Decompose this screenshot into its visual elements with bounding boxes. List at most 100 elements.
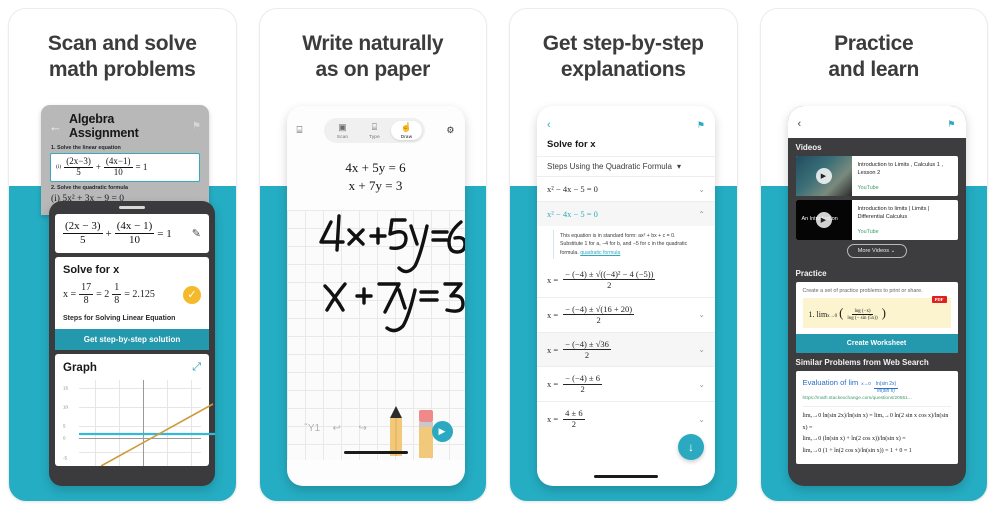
practice-problem[interactable]: PDF 1. limx→0 ( log (−x) log (− sin (5x)… bbox=[802, 295, 951, 328]
more-videos-button[interactable]: More Videos ⌄ bbox=[846, 243, 907, 258]
keyboard-icon: ⌸ bbox=[371, 122, 378, 132]
derivation-fraction: − (−4) ± √36 2 bbox=[563, 339, 611, 360]
similar-fraction: ln(sin 2x) ln(sin x) bbox=[873, 381, 899, 395]
chevron-down-icon: ⌄ bbox=[698, 379, 705, 389]
steps-nav-bar: ‹ ⚑ bbox=[537, 106, 715, 139]
derivation-lead: x = bbox=[547, 274, 559, 285]
eq-fraction-b: (4x − 1) 10 bbox=[114, 220, 155, 246]
graph-title: Graph bbox=[63, 361, 97, 374]
redo-icon[interactable]: ↪ bbox=[359, 423, 367, 434]
more-videos-label: More Videos bbox=[857, 247, 890, 254]
derivation-row[interactable]: x = − (−4) ± √(16 + 20) 2 ⌄ bbox=[537, 296, 715, 332]
submit-drawing-button[interactable]: ▶ bbox=[431, 421, 453, 443]
worksheet-header: ← Algebra Assignment ⚑ bbox=[41, 105, 209, 142]
y-tick-0: 0 bbox=[63, 435, 66, 441]
panel-2-headline: Write naturally as on paper bbox=[260, 9, 487, 82]
similar-problem-url[interactable]: https://math.stackexchange.com/questions… bbox=[803, 396, 951, 401]
edit-pencil-icon[interactable]: ✎ bbox=[192, 227, 201, 240]
video-thumbnail[interactable]: ▶ bbox=[795, 156, 852, 196]
play-icon[interactable]: ▶ bbox=[815, 167, 832, 184]
similar-problem-title[interactable]: Evaluation of lim x→0 ln(sin 2x) ln(sin x… bbox=[803, 378, 951, 395]
video-thumbnail[interactable]: An Introduction ▶ bbox=[795, 199, 852, 240]
headline-line-2: as on paper bbox=[315, 57, 431, 81]
mode-type-button[interactable]: ⌸ Type bbox=[359, 121, 390, 140]
headline-line-2: and learn bbox=[828, 57, 920, 81]
play-icon[interactable]: ▶ bbox=[815, 211, 832, 228]
y-tick-15: 15 bbox=[63, 385, 69, 391]
similar-problem-card[interactable]: Evaluation of lim x→0 ln(sin 2x) ln(sin x… bbox=[795, 370, 958, 464]
panel-toggle-icon[interactable]: ⌸ bbox=[297, 125, 303, 136]
panel-write-naturally: Write naturally as on paper ⌸ ▣ Scan ⌸ T… bbox=[258, 8, 487, 502]
home-indicator bbox=[343, 451, 408, 455]
derivation-row[interactable]: x = − (−4) ± √((−4)² − 4 (−5)) 2 bbox=[537, 263, 715, 297]
solve-answer: x = 17 8 = 2 1 8 = 2.125 bbox=[63, 282, 155, 306]
equation-card[interactable]: (2x − 3) 5 + (4x − 1) 10 = 1 ✎ bbox=[55, 214, 209, 254]
work-line-2: limₓ→0 (ln(sin x) + ln(2 cos x))/ln(sin … bbox=[802, 436, 906, 443]
step-explanation: This equation is in standard form: ax² +… bbox=[553, 230, 705, 259]
mode-draw-label: Draw bbox=[400, 133, 413, 139]
practice-numerator: log (−x) bbox=[852, 308, 873, 316]
worksheet-detected-equation[interactable]: (i) (2x−3) 5 + (4x−1) 10 = 1 bbox=[50, 153, 200, 182]
quadratic-formula-link[interactable]: quadratic formula bbox=[580, 250, 620, 256]
chevron-down-icon: ⌄ bbox=[698, 310, 705, 320]
verified-check-icon: ✓ bbox=[183, 285, 201, 304]
step-row-expanded[interactable]: x² − 4x − 5 = 0 ⌃ bbox=[537, 201, 715, 226]
headline-line-2: explanations bbox=[560, 57, 686, 81]
back-chevron-icon[interactable]: ‹ bbox=[547, 119, 551, 131]
practice-problem-limit: lim bbox=[816, 309, 828, 319]
derivation-row[interactable]: x = 4 ± 6 2 ⌄ bbox=[537, 401, 715, 436]
derivation-denominator: 2 bbox=[571, 419, 576, 430]
sheet-drag-handle[interactable] bbox=[119, 206, 145, 209]
chevron-down-icon: ⌄ bbox=[890, 247, 896, 254]
derivation-row[interactable]: x = − (−4) ± √36 2 ⌄ bbox=[537, 331, 715, 367]
answer-tail: = 2.125 bbox=[124, 289, 155, 301]
graph-curves bbox=[79, 403, 215, 467]
bookmark-icon[interactable]: ⚑ bbox=[947, 119, 955, 130]
derivation-row[interactable]: x = − (−4) ± 6 2 ⌄ bbox=[537, 366, 715, 401]
bookmark-icon[interactable]: ⚑ bbox=[697, 120, 705, 131]
derivation-denominator: 2 bbox=[584, 349, 590, 360]
derivation-fraction: 4 ± 6 2 bbox=[563, 409, 585, 430]
gear-icon[interactable]: ⚙ bbox=[446, 125, 454, 136]
q1-numerator-a: (2x−3) bbox=[64, 156, 93, 168]
input-mode-switch[interactable]: ▣ Scan ⌸ Type ☝ Draw bbox=[323, 118, 425, 143]
y-tick-5: 5 bbox=[63, 423, 66, 429]
expand-graph-icon[interactable]: ⤢ bbox=[192, 361, 201, 374]
bookmark-icon[interactable]: ⚑ bbox=[192, 121, 201, 132]
graph-plot[interactable]: 15 10 5 0 -5 bbox=[63, 380, 215, 467]
pdf-badge[interactable]: PDF bbox=[931, 295, 947, 303]
equation-expression: (2x − 3) 5 + (4x − 1) 10 = 1 bbox=[63, 220, 172, 246]
panel-4-headline: Practice and learn bbox=[761, 9, 988, 82]
get-step-by-step-button[interactable]: Get step-by-step solution bbox=[55, 329, 209, 351]
drawing-canvas[interactable]: Ὕ1 ↩ ↪ ▶ bbox=[286, 210, 465, 461]
back-arrow-icon[interactable]: ← bbox=[49, 120, 62, 133]
y-tick-10: 10 bbox=[63, 404, 69, 410]
q1-fraction-a: (2x−3) 5 bbox=[64, 156, 93, 178]
solve-card: Solve for x x = 17 8 = 2 1 8 = 2.125 ✓ S… bbox=[55, 257, 209, 351]
recognized-equation-1: 4x + 5y = 6 bbox=[345, 159, 406, 175]
panel-3-headline: Get step-by-step explanations bbox=[510, 9, 737, 82]
method-selector[interactable]: Steps Using the Quadratic Formula ▾ bbox=[537, 156, 715, 176]
derivation-denominator: 2 bbox=[607, 279, 612, 290]
step-row-collapsed[interactable]: x² − 4x − 5 = 0 ⌄ bbox=[537, 176, 715, 201]
create-worksheet-button[interactable]: Create Worksheet bbox=[795, 333, 958, 353]
derivation-fraction: − (−4) ± 6 2 bbox=[563, 374, 602, 394]
similar-title-text: Evaluation of lim bbox=[802, 377, 859, 387]
answer-mixed-fraction: 1 8 bbox=[112, 282, 122, 306]
work-line-1: limₓ→0 ln(sin 2x)/ln(sin x) = limₓ→0 ln(… bbox=[802, 413, 949, 431]
practice-problem-sub: x→0 bbox=[827, 313, 838, 319]
chevron-down-icon: ⌄ bbox=[698, 184, 705, 194]
back-chevron-icon[interactable]: ‹ bbox=[798, 118, 802, 130]
mode-scan-button[interactable]: ▣ Scan bbox=[327, 121, 358, 140]
q1-marker: (i) bbox=[56, 164, 62, 171]
undo-icon[interactable]: ↩ bbox=[333, 423, 341, 434]
video-list-item[interactable]: ▶ Introduction to Limits , Calculus 1 , … bbox=[795, 156, 958, 196]
video-list-item[interactable]: An Introduction ▶ Introduction to limits… bbox=[795, 199, 958, 240]
scroll-down-fab[interactable]: ↓ bbox=[678, 434, 704, 460]
answer-mid: = 2 bbox=[96, 289, 110, 301]
trash-icon[interactable]: Ὕ1 bbox=[305, 423, 321, 434]
mode-draw-button[interactable]: ☝ Draw bbox=[390, 121, 422, 140]
q1-numerator-b: (4x−1) bbox=[103, 156, 133, 168]
steps-label: Steps for Solving Linear Equation bbox=[63, 315, 176, 323]
q1-denominator-a: 5 bbox=[76, 167, 81, 178]
